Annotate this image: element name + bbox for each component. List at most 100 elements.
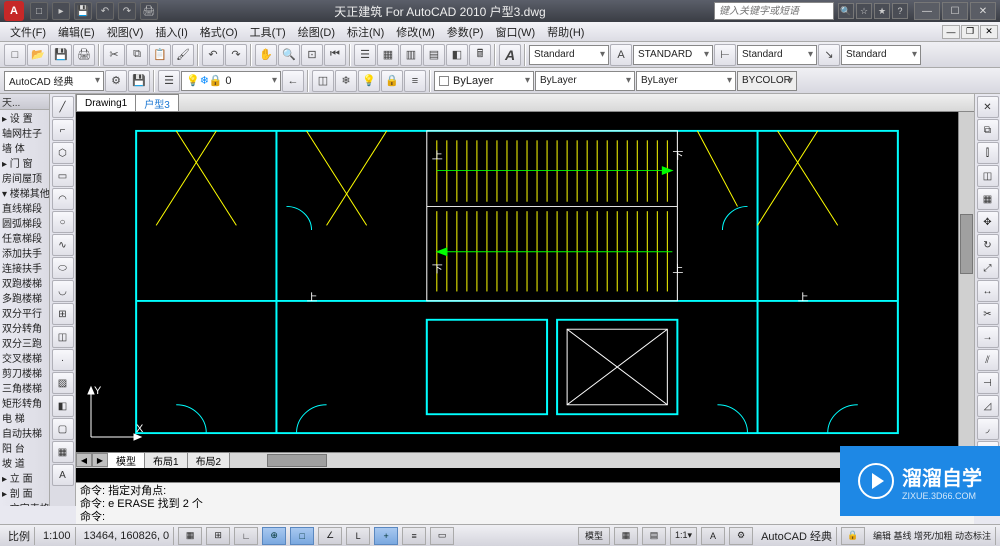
tarch-tree-item[interactable]: 双分平行 [0, 305, 49, 320]
textstyle-button[interactable]: A [610, 44, 632, 66]
tarch-tree-item[interactable]: 轴网柱子 [0, 125, 49, 140]
cut-button[interactable]: ✂ [103, 44, 125, 66]
copy-modify-button[interactable]: ⧉ [977, 119, 999, 141]
paste-button[interactable]: 📋 [149, 44, 171, 66]
mtext-button[interactable]: A [52, 464, 74, 486]
redo-button[interactable]: ↷ [225, 44, 247, 66]
qat-print-button[interactable]: 🖨 [140, 2, 158, 20]
layout-tab-2[interactable]: 布局2 [188, 453, 231, 468]
offset-button[interactable]: ◫ [977, 165, 999, 187]
workspace-status-text[interactable]: AutoCAD 经典 [757, 527, 837, 545]
tarch-tree-item[interactable]: ▾ 楼梯其他 [0, 185, 49, 200]
tarch-tree-item[interactable]: ▸ 设 置 [0, 110, 49, 125]
vertical-scrollbar[interactable] [958, 112, 974, 452]
hscroll-left-arrow-icon[interactable]: ◀ [76, 453, 92, 467]
save-button[interactable]: 💾 [50, 44, 72, 66]
vscroll-thumb[interactable] [960, 214, 973, 274]
comm-center-icon[interactable]: ☆ [856, 3, 872, 19]
extend-button[interactable]: → [977, 326, 999, 348]
undo-button[interactable]: ↶ [202, 44, 224, 66]
menu-file[interactable]: 文件(F) [4, 22, 52, 42]
linetype-combo[interactable]: ByLayer [535, 71, 635, 91]
workspace-save-button[interactable]: 💾 [128, 70, 150, 92]
tarch-tree-item[interactable]: 自动扶梯 [0, 425, 49, 440]
ellipse-button[interactable]: ⬭ [52, 257, 74, 279]
trim-button[interactable]: ✂ [977, 303, 999, 325]
match-button[interactable]: 🖌 [172, 44, 194, 66]
scale-button[interactable]: ⤢ [977, 257, 999, 279]
qat-open-button[interactable]: ▸ [52, 2, 70, 20]
ellipse-arc-button[interactable]: ◡ [52, 280, 74, 302]
osnap-toggle[interactable]: □ [290, 527, 314, 545]
pline-button[interactable]: ⌐ [52, 119, 74, 141]
tarch-tree-item[interactable]: 墙 体 [0, 140, 49, 155]
tarch-tree-item[interactable]: 多跑楼梯 [0, 290, 49, 305]
tarch-tree-item[interactable]: ▸ 文字表格 [0, 500, 49, 506]
model-viewport[interactable]: 上 下 上 下 上 上 [76, 112, 958, 452]
quickview-layouts-button[interactable]: ▦ [614, 527, 638, 545]
toolpalette-button[interactable]: ▥ [400, 44, 422, 66]
markup-button[interactable]: ◧ [446, 44, 468, 66]
tarch-tree-item[interactable]: 电 梯 [0, 410, 49, 425]
region-button[interactable]: ▢ [52, 418, 74, 440]
workspace-switch-button[interactable]: ⚙ [729, 527, 753, 545]
scale-value[interactable]: 1:100 [39, 527, 76, 545]
annovisibility-button[interactable]: A [701, 527, 725, 545]
coordinates[interactable]: 13464, 160826, 0 [80, 527, 175, 545]
workspace-settings-button[interactable]: ⚙ [105, 70, 127, 92]
mleader-combo[interactable]: Standard [841, 45, 921, 65]
dimstyle-combo[interactable]: STANDARD [633, 45, 713, 65]
quickview-drawings-button[interactable]: ▤ [642, 527, 666, 545]
menu-tools[interactable]: 工具(T) [244, 22, 292, 42]
layer-freeze-button[interactable]: ❄ [335, 70, 357, 92]
rotate-button[interactable]: ↻ [977, 234, 999, 256]
designcenter-button[interactable]: ▦ [377, 44, 399, 66]
menu-view[interactable]: 视图(V) [101, 22, 150, 42]
help-search-input[interactable] [714, 2, 834, 20]
command-prompt[interactable]: 命令: [80, 511, 970, 524]
plot-button[interactable]: 🖨 [73, 44, 95, 66]
polar-toggle[interactable]: ⊕ [262, 527, 286, 545]
tablestyle-combo[interactable]: Standard [737, 45, 817, 65]
dimstyle-button[interactable]: ⊢ [714, 44, 736, 66]
block-button[interactable]: ◫ [52, 326, 74, 348]
spline-button[interactable]: ∿ [52, 234, 74, 256]
mirror-button[interactable]: ⫿ [977, 142, 999, 164]
tarch-tree-item[interactable]: 房间屋顶 [0, 170, 49, 185]
qp-toggle[interactable]: ▭ [430, 527, 454, 545]
tarch-panel-title[interactable]: 天... [0, 94, 49, 110]
pan-button[interactable]: ✋ [255, 44, 277, 66]
workspace-combo[interactable]: AutoCAD 经典 [4, 71, 104, 91]
erase-button[interactable]: ✕ [977, 96, 999, 118]
lineweight-combo[interactable]: ByLayer [636, 71, 736, 91]
textstyle-combo[interactable]: Standard [529, 45, 609, 65]
plotstyle-combo[interactable]: BYCOLOR [737, 71, 797, 91]
sheetset-button[interactable]: ▤ [423, 44, 445, 66]
menu-draw[interactable]: 绘图(D) [292, 22, 341, 42]
table-button[interactable]: ▦ [52, 441, 74, 463]
otrack-toggle[interactable]: ∠ [318, 527, 342, 545]
tarch-tree-item[interactable]: ▸ 立 面 [0, 470, 49, 485]
point-button[interactable]: · [52, 349, 74, 371]
mdi-restore-button[interactable]: ❐ [961, 25, 979, 39]
join-button[interactable]: ⊣ [977, 372, 999, 394]
polygon-button[interactable]: ⬡ [52, 142, 74, 164]
tarch-tree-item[interactable]: 矩形转角 [0, 395, 49, 410]
qat-new-button[interactable]: □ [30, 2, 48, 20]
menu-edit[interactable]: 编辑(E) [52, 22, 101, 42]
layer-lock-button[interactable]: 🔒 [381, 70, 403, 92]
zoom-prev-button[interactable]: ⏮ [324, 44, 346, 66]
snap-toggle[interactable]: ▦ [178, 527, 202, 545]
tarch-tree-item[interactable]: 双分三跑 [0, 335, 49, 350]
mleader-button[interactable]: ↘ [818, 44, 840, 66]
tarch-tree-item[interactable]: 连接扶手 [0, 260, 49, 275]
tarch-tree-item[interactable]: ▸ 剖 面 [0, 485, 49, 500]
layer-prev-button[interactable]: ← [282, 70, 304, 92]
copy-button[interactable]: ⧉ [126, 44, 148, 66]
menu-insert[interactable]: 插入(I) [149, 22, 193, 42]
layer-combo[interactable]: 💡❄🔒 0 [181, 71, 281, 91]
model-space-button[interactable]: 模型 [578, 527, 610, 545]
layout-tab-model[interactable]: 模型 [108, 453, 145, 468]
tarch-tree-item[interactable]: 直线梯段 [0, 200, 49, 215]
tarch-tree-item[interactable]: 双跑楼梯 [0, 275, 49, 290]
